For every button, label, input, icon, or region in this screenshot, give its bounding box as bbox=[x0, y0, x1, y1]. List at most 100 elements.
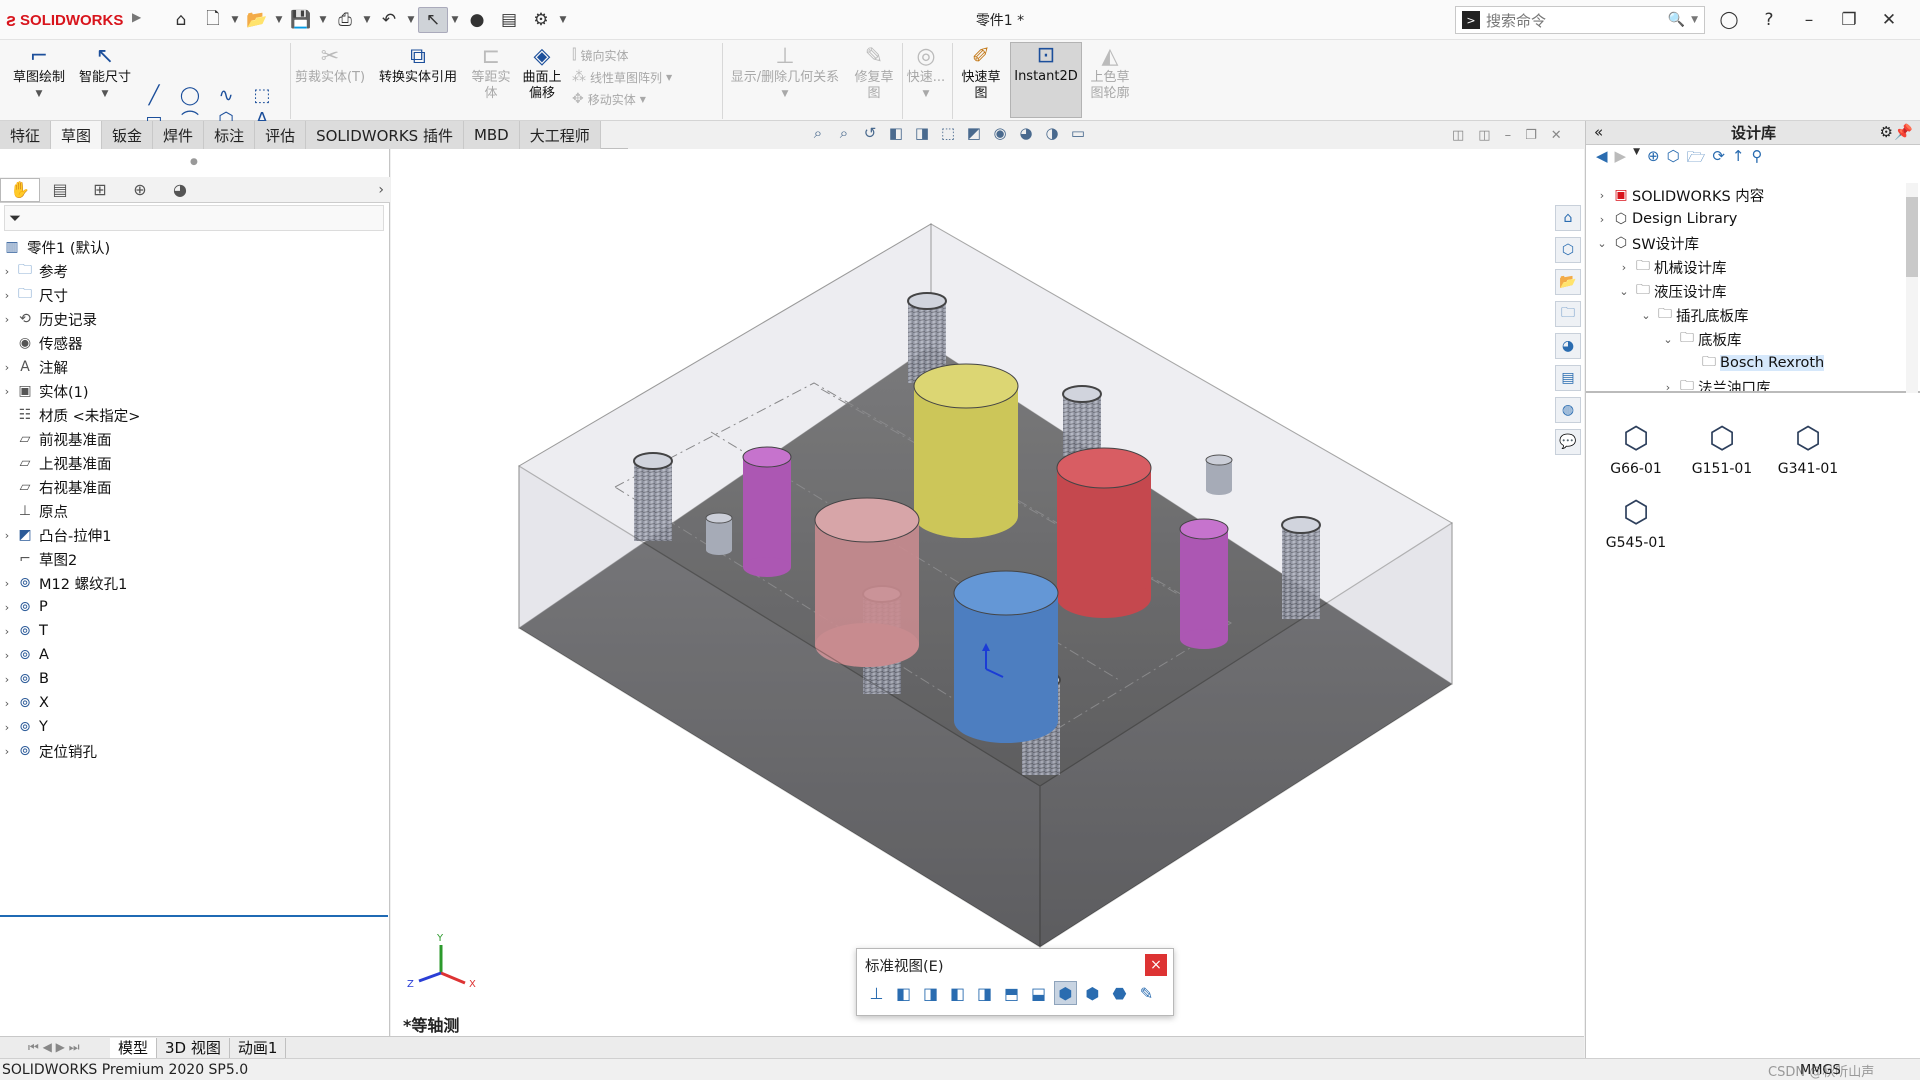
tree-item[interactable]: › 🗀 参考 bbox=[0, 259, 390, 283]
hide-show-icon[interactable]: ◉ bbox=[990, 124, 1010, 148]
library-tree-scrollbar[interactable] bbox=[1906, 183, 1918, 393]
print-icon[interactable]: ⎙ bbox=[330, 7, 360, 33]
tree-item[interactable]: › ⊚ A bbox=[0, 643, 390, 667]
section-view-icon[interactable]: ◧ bbox=[886, 124, 906, 148]
new-file-icon[interactable]: 🗋 bbox=[198, 7, 228, 33]
tab-3d-views[interactable]: 3D 视图 bbox=[157, 1037, 230, 1058]
tree-item[interactable]: ⌐ 草图2 bbox=[0, 547, 390, 571]
tree-root[interactable]: ▥ 零件1 (默认) bbox=[0, 235, 390, 259]
shaded-sketch-contours-button[interactable]: ◭ 上色草 图轮廓 bbox=[1084, 44, 1136, 102]
linear-pattern-button[interactable]: ⁂ 线性草图阵列 ▼ bbox=[572, 66, 712, 88]
chevron-down-icon[interactable]: ▼ bbox=[558, 15, 568, 25]
offset-entities-button[interactable]: ⊏ 等距实体 bbox=[466, 44, 516, 102]
expand-arrow-icon[interactable]: › bbox=[0, 289, 14, 302]
viewport-restore-icon[interactable]: ❐ bbox=[1525, 128, 1537, 143]
user-icon[interactable]: ◯ bbox=[1715, 10, 1743, 30]
expand-arrow-icon[interactable]: › bbox=[0, 625, 14, 638]
line-icon[interactable]: ╱ bbox=[142, 84, 166, 106]
tab-weldments[interactable]: 焊件 bbox=[153, 121, 205, 149]
tree-item[interactable]: ⊥ 原点 bbox=[0, 499, 390, 523]
custom-properties-icon[interactable]: ▤ bbox=[1555, 365, 1581, 391]
library-item[interactable]: ⌄ 🗀 插孔底板库 bbox=[1586, 303, 1920, 327]
trim-entities-button[interactable]: ✂ 剪裁实体(T) bbox=[292, 44, 368, 86]
apply-scene-icon[interactable]: ◑ bbox=[1042, 124, 1062, 148]
forum-icon[interactable]: ◍ bbox=[1555, 397, 1581, 423]
add-to-library-icon[interactable]: ⊕ bbox=[1647, 147, 1660, 173]
home-icon[interactable]: ⌂ bbox=[1555, 205, 1581, 231]
convert-entities-button[interactable]: ⧉ 转换实体引用 bbox=[372, 44, 464, 86]
file-properties-icon[interactable]: ▤ bbox=[494, 7, 524, 33]
open-file-icon[interactable]: 📂 bbox=[242, 7, 272, 33]
edit-appearance-icon[interactable]: ◕ bbox=[1016, 124, 1036, 148]
gear-icon[interactable]: ⚙ bbox=[1880, 123, 1893, 141]
tab-sketch[interactable]: 草图 bbox=[51, 121, 103, 149]
dimetric-view-icon[interactable]: ⬣ bbox=[1108, 981, 1131, 1005]
resources-icon[interactable]: ⬡ bbox=[1555, 237, 1581, 263]
library-item[interactable]: › ▣ SOLIDWORKS 内容 bbox=[1586, 183, 1920, 207]
library-item[interactable]: › 🗀 法兰油口库 bbox=[1586, 375, 1920, 391]
tree-item[interactable]: › A 注解 bbox=[0, 355, 390, 379]
expand-arrow-icon[interactable]: › bbox=[1594, 189, 1610, 202]
tab-scroll-arrows[interactable]: ⏮ ◀ ▶ ⏭ bbox=[0, 1040, 110, 1055]
isometric-view-icon[interactable]: ⬢ bbox=[1054, 981, 1077, 1005]
tab-sheet-metal[interactable]: 钣金 bbox=[102, 121, 154, 149]
viewport-close-icon[interactable]: ✕ bbox=[1551, 128, 1562, 143]
sketch-button[interactable]: ⌐ 草图绘制 ▼ bbox=[8, 44, 70, 102]
graphics-area[interactable]: Y X Z bbox=[391, 149, 1584, 1036]
tree-item[interactable]: › ⊚ B bbox=[0, 667, 390, 691]
pin-icon[interactable]: 📌 bbox=[1894, 123, 1913, 141]
library-part[interactable]: ⬡ G341-01 bbox=[1776, 421, 1840, 477]
expand-arrow-icon[interactable]: ⌄ bbox=[1638, 309, 1654, 322]
library-part[interactable]: ⬡ G545-01 bbox=[1604, 495, 1668, 551]
configuration-manager-tab-icon[interactable]: ⊞ bbox=[80, 178, 120, 202]
scrollbar-thumb[interactable] bbox=[1906, 197, 1918, 277]
select-pointer-icon[interactable]: ↖ bbox=[418, 7, 448, 33]
back-view-icon[interactable]: ◨ bbox=[919, 981, 942, 1005]
previous-view-icon[interactable]: ↺ bbox=[860, 124, 880, 148]
tree-item[interactable]: ▱ 前视基准面 bbox=[0, 427, 390, 451]
chat-icon[interactable]: 💬 bbox=[1555, 429, 1581, 455]
file-explorer-icon[interactable]: 🗀 bbox=[1555, 301, 1581, 327]
rollback-bar[interactable] bbox=[0, 915, 388, 917]
tab-features[interactable]: 特征 bbox=[0, 121, 52, 149]
expand-arrow-icon[interactable]: › bbox=[0, 529, 14, 542]
expand-arrow-icon[interactable]: › bbox=[0, 577, 14, 590]
expand-arrow-icon[interactable]: › bbox=[0, 361, 14, 374]
search-icon[interactable]: 🔍 bbox=[1668, 12, 1685, 28]
front-view-icon[interactable]: ◧ bbox=[892, 981, 915, 1005]
expand-arrow-icon[interactable]: › bbox=[0, 385, 14, 398]
tile-right-icon[interactable]: ◫ bbox=[1478, 128, 1490, 143]
expand-arrow-icon[interactable]: › bbox=[0, 697, 14, 710]
library-item[interactable]: ⌄ ⬡ SW设计库 bbox=[1586, 231, 1920, 255]
right-view-icon[interactable]: ◨ bbox=[973, 981, 996, 1005]
tab-evaluate[interactable]: 评估 bbox=[255, 121, 307, 149]
expand-arrow-icon[interactable]: › bbox=[0, 601, 14, 614]
repair-sketch-button[interactable]: ✎ 修复草图 bbox=[848, 44, 900, 102]
expand-arrow-icon[interactable]: ⌄ bbox=[1594, 237, 1610, 250]
expand-arrow-icon[interactable]: › bbox=[0, 745, 14, 758]
view-orientation-icon[interactable]: ⬚ bbox=[938, 124, 958, 148]
normal-to-icon[interactable]: ⊥ bbox=[865, 981, 888, 1005]
tree-item[interactable]: ▱ 上视基准面 bbox=[0, 451, 390, 475]
tab-mbd[interactable]: MBD bbox=[463, 121, 520, 149]
zoom-to-area-icon[interactable]: ⌕ bbox=[834, 124, 854, 148]
help-icon[interactable]: ? bbox=[1755, 10, 1783, 30]
library-item[interactable]: ⌄ 🗀 底板库 bbox=[1586, 327, 1920, 351]
search-commands[interactable]: > 搜索命令 🔍 ▼ bbox=[1455, 6, 1705, 34]
expand-arrow-icon[interactable]: › bbox=[0, 721, 14, 734]
display-manager-tab-icon[interactable]: ◕ bbox=[160, 178, 200, 202]
options-gear-icon[interactable]: ⚙ bbox=[526, 7, 556, 33]
tree-item[interactable]: › ⟲ 历史记录 bbox=[0, 307, 390, 331]
tree-item[interactable]: › ⊚ P bbox=[0, 595, 390, 619]
viewport-minimize-icon[interactable]: – bbox=[1505, 128, 1512, 143]
close-icon[interactable]: ✕ bbox=[1875, 10, 1903, 30]
tree-item[interactable]: ☷ 材质 <未指定> bbox=[0, 403, 390, 427]
expand-arrow-icon[interactable]: ⌄ bbox=[1616, 285, 1632, 298]
quick-snaps-button[interactable]: ◎ 快速... ▼ bbox=[904, 44, 948, 102]
offset-on-surface-button[interactable]: ◈ 曲面上 偏移 bbox=[518, 44, 566, 102]
chevron-down-icon[interactable]: ▼ bbox=[1633, 147, 1640, 173]
view-settings-icon[interactable]: ▭ bbox=[1068, 124, 1088, 148]
library-part[interactable]: ⬡ G151-01 bbox=[1690, 421, 1754, 477]
zoom-to-fit-icon[interactable]: ⌕ bbox=[808, 124, 828, 148]
spline-icon[interactable]: ∿ bbox=[214, 84, 238, 106]
